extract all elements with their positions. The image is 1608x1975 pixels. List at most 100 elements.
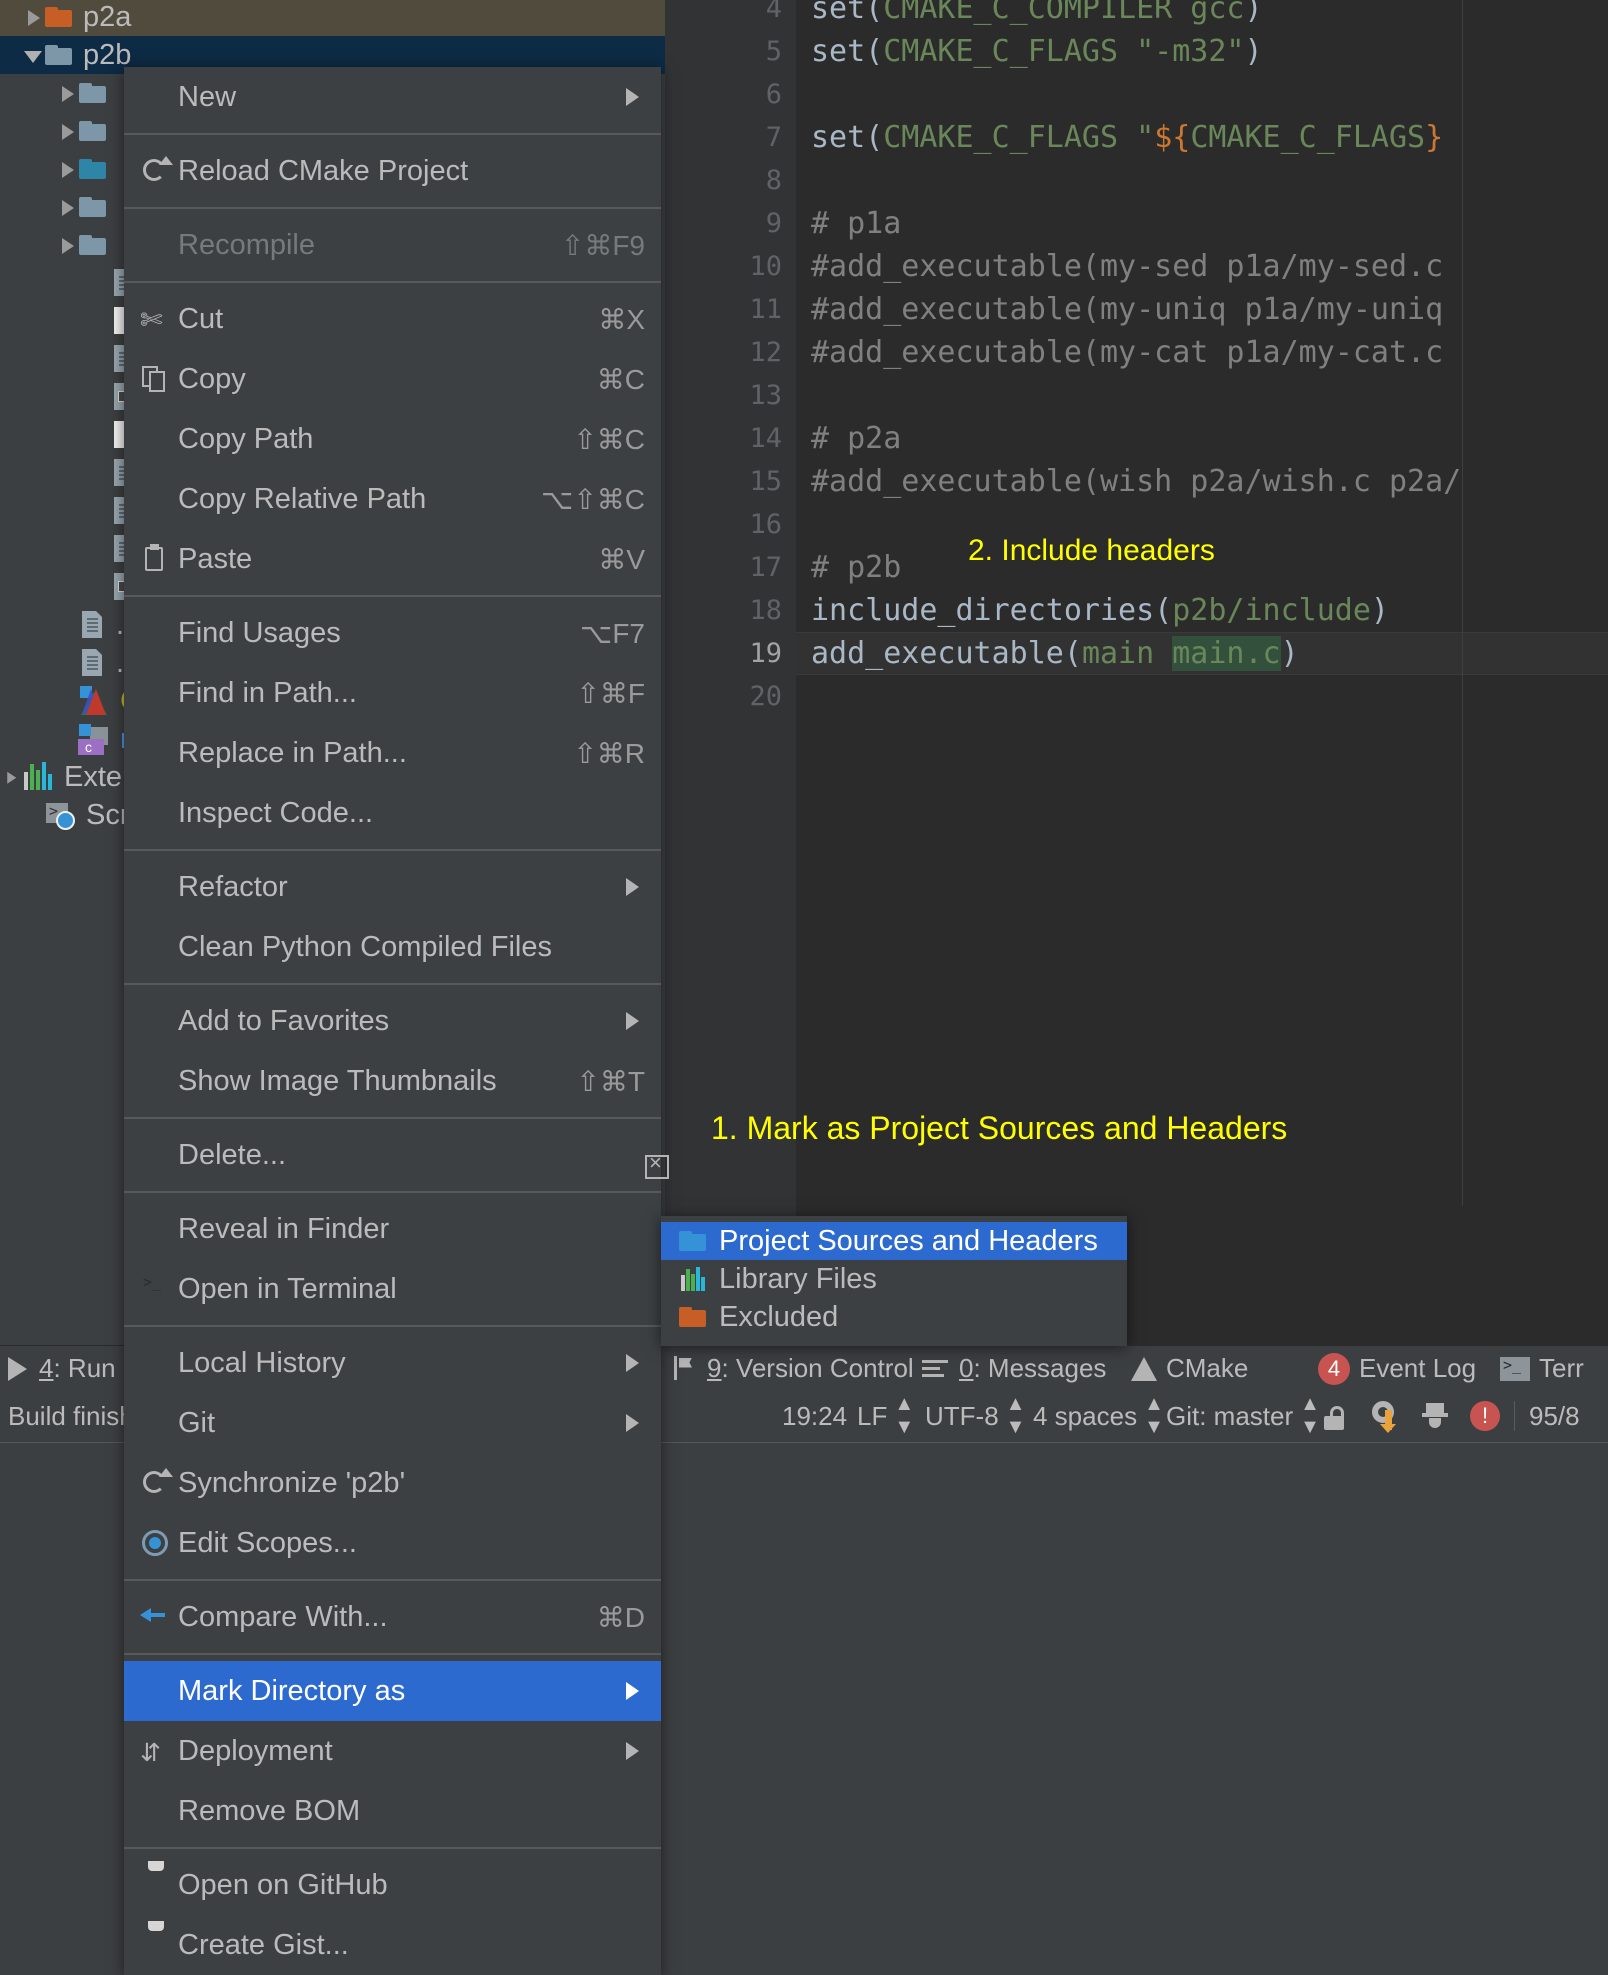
library-bar [36, 770, 40, 790]
menu-item-local-history[interactable]: Local History [124, 1333, 661, 1393]
code-line[interactable]: set(CMAKE_C_COMPILER gcc) [811, 0, 1263, 30]
menu-item-deployment[interactable]: ⇵Deployment [124, 1721, 661, 1781]
status-line-separator[interactable]: LF ▲▼ [857, 1390, 914, 1442]
tool-window-vcs-label: : Version Control [721, 1353, 913, 1383]
line-separator-chevron-icon: ▲▼ [894, 1393, 914, 1439]
menu-item-recompile[interactable]: Recompile⇧⌘F9 [124, 215, 661, 275]
menu-item-label: Replace in Path... [178, 737, 407, 770]
menu-item-reload-cmake-project[interactable]: Reload CMake Project [124, 141, 661, 201]
menu-item-show-image-thumbnails[interactable]: Show Image Thumbnails⇧⌘T [124, 1051, 661, 1111]
tree-expand-arrow-icon[interactable] [56, 158, 78, 180]
hat-icon[interactable] [1422, 1402, 1450, 1430]
code-token: } [1425, 120, 1443, 155]
menu-item-copy[interactable]: Copy⌘C [124, 349, 661, 409]
tree-expand-arrow-icon[interactable] [3, 769, 20, 786]
menu-item-cut[interactable]: ✄Cut⌘X [124, 289, 661, 349]
code-line[interactable]: #add_executable(my-sed p1a/my-sed.c [811, 245, 1443, 288]
tree-expand-arrow-open[interactable] [22, 44, 44, 66]
menu-item-find-usages[interactable]: Find Usages⌥F7 [124, 603, 661, 663]
tree-expand-arrow-icon[interactable] [56, 196, 78, 218]
menu-item-inspect-code[interactable]: Inspect Code... [124, 783, 661, 843]
menu-item-open-in-terminal[interactable]: Open in Terminal [124, 1259, 661, 1319]
code-line[interactable]: # p2b [811, 546, 901, 589]
menu-item-remove-bom[interactable]: Remove BOM [124, 1781, 661, 1841]
tool-window-run[interactable]: 4: Run [8, 1346, 116, 1391]
menu-separator [124, 281, 661, 283]
code-line[interactable]: set(CMAKE_C_FLAGS "${CMAKE_C_FLAGS} [811, 116, 1443, 159]
code-token: ) [1281, 636, 1299, 671]
menu-separator [124, 1579, 661, 1581]
menu-item-label: Recompile [178, 229, 315, 262]
menu-separator [124, 983, 661, 985]
submenu-item-project-sources-and-headers[interactable]: Project Sources and Headers [661, 1222, 1127, 1260]
menu-item-git[interactable]: Git [124, 1393, 661, 1453]
c-source-file-icon: c [78, 723, 112, 755]
menu-item-refactor[interactable]: Refactor [124, 857, 661, 917]
menu-item-new[interactable]: New [124, 67, 661, 127]
tool-window-version-control[interactable]: 9: Version Control [672, 1346, 914, 1391]
menu-item-label: Local History [178, 1347, 346, 1380]
menu-separator [124, 1191, 661, 1193]
error-icon[interactable]: ! [1470, 1401, 1500, 1431]
menu-item-add-to-favorites[interactable]: Add to Favorites [124, 991, 661, 1051]
submenu-item-library-files[interactable]: Library Files [661, 1260, 1127, 1298]
tool-window-terminal[interactable]: Terr [1500, 1346, 1584, 1391]
menu-item-paste[interactable]: Paste⌘V [124, 529, 661, 589]
mark-directory-as-submenu[interactable]: Project Sources and HeadersLibrary Files… [661, 1216, 1127, 1346]
menu-item-open-on-github[interactable]: Open on GitHub [124, 1855, 661, 1915]
tree-expand-arrow-icon[interactable] [56, 234, 78, 256]
gutter-line-number: 18 [749, 589, 782, 632]
folder-grey-icon [78, 233, 109, 257]
folder-teal-icon [78, 157, 109, 181]
tree-expand-arrow-icon[interactable] [22, 6, 44, 28]
tree-expand-arrow-icon[interactable] [56, 82, 78, 104]
status-indent[interactable]: 4 spaces ▲▼ [1033, 1390, 1164, 1442]
tree-row[interactable]: p2a [0, 0, 665, 36]
gear-download-icon[interactable] [1372, 1401, 1400, 1431]
folder-blue-icon [679, 1229, 709, 1253]
code-token: #add_executable(my-cat p1a/my-cat.c [811, 335, 1443, 370]
gutter-line-number: 9 [766, 202, 782, 245]
tree-expand-arrow-icon[interactable] [56, 120, 78, 142]
code-line[interactable]: #add_executable(my-uniq p1a/my-uniq [811, 288, 1443, 331]
status-branch[interactable]: Git: master ▲▼ [1166, 1390, 1320, 1442]
code-token: set( [811, 34, 883, 69]
status-icons[interactable]: ! 95/8 [1322, 1390, 1580, 1442]
tool-window-event-log[interactable]: 4 Event Log [1318, 1346, 1476, 1391]
gutter-line-number: 6 [766, 73, 782, 116]
menu-item-compare-with[interactable]: Compare With...⌘D [124, 1587, 661, 1647]
menu-item-clean-python-compiled-files[interactable]: Clean Python Compiled Files [124, 917, 661, 977]
menu-item-find-in-path[interactable]: Find in Path...⇧⌘F [124, 663, 661, 723]
code-line[interactable]: #add_executable(my-cat p1a/my-cat.c [811, 331, 1443, 374]
code-line[interactable]: # p2a [811, 417, 901, 460]
code-token: main [1082, 636, 1172, 671]
caret-position: 95/8 [1529, 1401, 1580, 1432]
menu-separator [124, 849, 661, 851]
branch-chevron-icon: ▲▼ [1300, 1393, 1320, 1439]
external-libraries-icon [22, 762, 56, 792]
code-line[interactable]: include_directories(p2b/include) [811, 589, 1389, 632]
context-menu[interactable]: New Reload CMake Project Recompile⇧⌘F9 ✄Cut… [124, 67, 661, 1975]
tool-window-messages[interactable]: 0: Messages [922, 1346, 1106, 1391]
menu-item-shortcut: ⌘V [598, 543, 645, 576]
code-line[interactable]: #add_executable(wish p2a/wish.c p2a/ [811, 460, 1461, 503]
menu-item-create-gist[interactable]: Create Gist... [124, 1915, 661, 1975]
menu-item-replace-in-path[interactable]: Replace in Path...⇧⌘R [124, 723, 661, 783]
menu-item-delete[interactable]: Delete... [124, 1125, 661, 1185]
menu-item-copy-relative-path[interactable]: Copy Relative Path⌥⇧⌘C [124, 469, 661, 529]
code-line[interactable]: add_executable(main main.c) [811, 632, 1299, 675]
code-line[interactable]: # p1a [811, 202, 901, 245]
status-divider [1514, 1401, 1515, 1431]
menu-item-synchronize-p2b[interactable]: Synchronize 'p2b' [124, 1453, 661, 1513]
menu-item-copy-path[interactable]: Copy Path⇧⌘C [124, 409, 661, 469]
menu-item-edit-scopes[interactable]: Edit Scopes... [124, 1513, 661, 1573]
menu-item-reveal-in-finder[interactable]: Reveal in Finder [124, 1199, 661, 1259]
code-editor[interactable]: 4567891011121314151617181920 set(CMAKE_C… [665, 0, 1608, 1345]
submenu-item-excluded[interactable]: Excluded [661, 1298, 1127, 1336]
status-encoding[interactable]: UTF-8 ▲▼ [925, 1390, 1025, 1442]
tool-window-cmake[interactable]: CMake [1131, 1346, 1248, 1391]
submenu-arrow-icon [626, 1742, 639, 1760]
menu-item-mark-directory-as[interactable]: Mark Directory as [124, 1661, 661, 1721]
lock-icon[interactable] [1322, 1402, 1346, 1430]
code-line[interactable]: set(CMAKE_C_FLAGS "-m32") [811, 30, 1263, 73]
